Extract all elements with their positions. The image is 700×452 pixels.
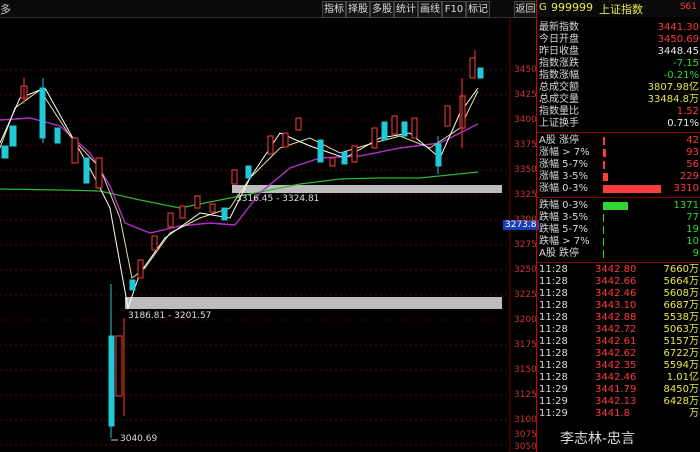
breadth-row: 跌幅 > 7% 10 [539,236,699,247]
stat-row: 今日开盘 3450.69 [539,34,699,45]
stat-row: 指数涨跌 -7.15 [539,58,699,69]
breadth-bar [603,250,604,258]
stat-row: 指数涨幅 -0.21% [539,70,699,81]
breadth-bar [603,149,606,157]
breadth-bar [603,185,661,193]
y-tick: 3050 [514,442,537,452]
breadth-row: A股 涨停 42 [539,135,699,146]
tick-row: 11:28 3442.72 5063万 [539,324,699,335]
tick-row: 11:28 3442.88 5538万 [539,312,699,323]
y-tick: 3325 [514,190,537,200]
tick-row: 11:28 3443.10 6687万 [539,300,699,311]
toolbar-button-indicator[interactable]: 指标 [322,1,346,18]
toolbar-button-back[interactable]: 返回 [514,1,537,18]
tick-row: 11:29 3441.79 8450万 [539,384,699,395]
toolbar-button-draw-line[interactable]: 画线 [418,1,442,18]
y-tick: 3375 [514,140,537,150]
breadth-row: 涨幅 5-7% 56 [539,159,699,170]
breadth-row: 涨幅 3-5% 229 [539,171,699,182]
tick-row: 11:28 3442.35 5594万 [539,360,699,371]
breadth-bar [603,226,604,234]
y-tick: 3200 [514,315,537,325]
divider [537,132,700,133]
panel-tail: S61 [679,2,697,12]
stat-row: 总成交量 33484.8万 [539,94,699,105]
tick-row: 11:28 3442.62 6722万 [539,348,699,359]
tick-row: 11:29 3441.8 万 [539,408,699,419]
breadth-row: 跌幅 3-5% 77 [539,212,699,223]
stat-row: 指数量比 1.52 [539,106,699,117]
market-badge: G [539,2,547,13]
stat-row: 总成交额 3807.98亿 [539,82,699,93]
index-code: 999999 [551,1,593,14]
breadth-row: A股 跌停 9 [539,248,699,259]
breadth-row: 涨幅 > 7% 93 [539,147,699,158]
index-name: 上证指数 [599,3,643,16]
candlestick-chart[interactable]: 3316.45 - 3324.81 3186.81 - 3201.57 3040… [0,18,539,452]
tick-row: 11:28 3442.46 5608万 [539,288,699,299]
tick-row: 11:29 3442.13 6428万 [539,396,699,407]
y-tick: 3100 [514,415,537,425]
stat-row: 昨日收盘 3448.45 [539,46,699,57]
chart-toolbar: 多 指标 择股 多股 统计 画线 F10 标记 返回 [0,0,537,18]
breadth-bar [603,161,605,169]
breadth-bar [603,137,605,145]
support-zone-lower [125,297,502,309]
tick-row: 11:28 3442.46 1.01亿 [539,372,699,383]
y-tick: 3175 [514,340,537,350]
toolbar-button-multi-stock[interactable]: 多股 [370,1,394,18]
breadth-bar [603,202,628,210]
y-tick: 3300 [514,215,537,225]
breadth-bar [603,214,604,222]
y-tick: 3250 [514,265,537,275]
y-tick: 3125 [514,390,537,400]
y-tick: 3275 [514,240,537,250]
symbol-label: 多 [0,3,11,16]
stat-row: 上证换手 0.71% [539,118,699,129]
breadth-row: 跌幅 5-7% 19 [539,224,699,235]
breadth-row: 跌幅 0-3% 1371 [539,200,699,211]
y-tick: 3350 [514,165,537,175]
breadth-bar [603,173,608,181]
chart-canvas [0,18,511,452]
y-tick: 3150 [514,365,537,375]
y-tick: 3225 [514,290,537,300]
divider [537,262,700,263]
support-zone-lower-label: 3186.81 - 3201.57 [128,311,212,321]
divider [537,197,700,198]
stat-row: 最新指数 3441.30 [539,22,699,33]
low-price-label: 3040.69 [120,434,158,444]
toolbar-button-mark[interactable]: 标记 [466,1,490,18]
y-tick: 3425 [514,90,537,100]
y-tick: 3075 [514,430,537,440]
tick-row: 11:28 3442.61 5157万 [539,336,699,347]
y-tick: 3450 [514,65,537,75]
breadth-bar [603,238,604,246]
quote-panel: G 999999 上证指数 S61 最新指数 3441.30 今日开盘 3450.6… [536,0,700,452]
candles [1,50,484,438]
tick-row: 11:28 3442.80 7660万 [539,264,699,275]
y-tick: 3400 [514,115,537,125]
toolbar-button-f10[interactable]: F10 [442,1,466,18]
toolbar-button-select-stock[interactable]: 择股 [346,1,370,18]
grid-lines [0,69,510,446]
tick-row: 11:28 3442.66 5664万 [539,276,699,287]
ma-line-short [0,89,479,279]
panel-header: G 999999 上证指数 S61 [537,0,700,17]
toolbar-button-statistics[interactable]: 统计 [394,1,418,18]
watermark: 李志林-忠言 [560,431,636,447]
support-zone-upper-label: 3316.45 - 3324.81 [236,194,320,204]
breadth-row: 涨幅 0-3% 3310 [539,183,699,194]
